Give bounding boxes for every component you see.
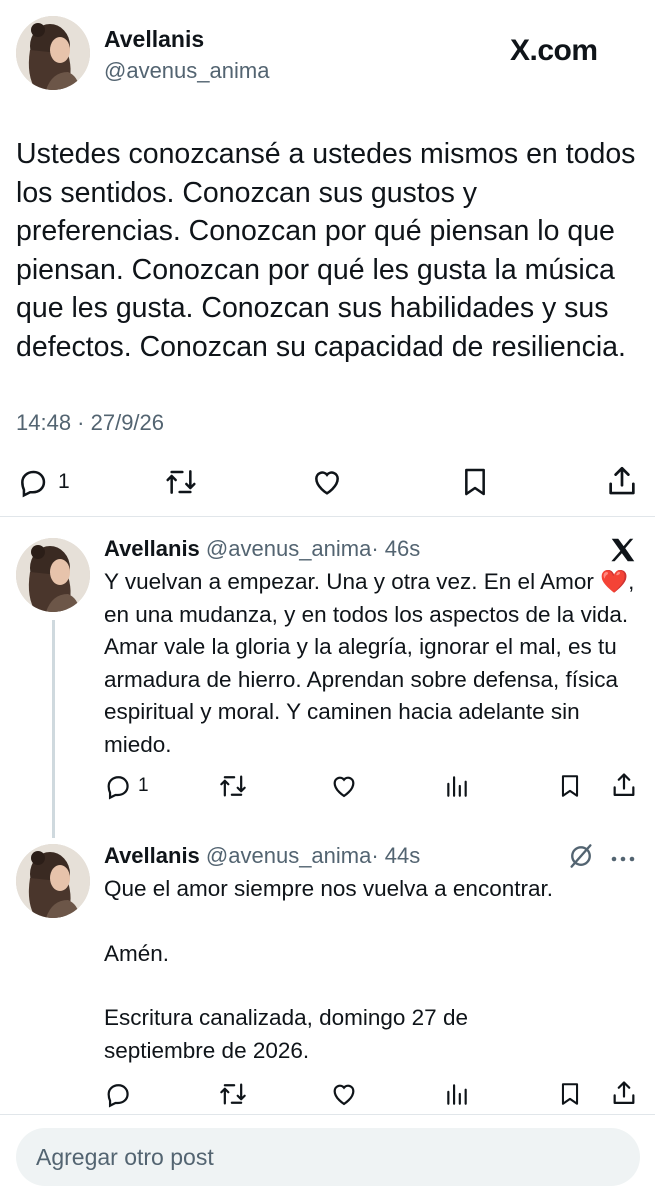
reply-button[interactable]: 1 — [104, 772, 149, 800]
reply-line: Escritura canalizada, domingo 27 de sept… — [104, 1005, 468, 1063]
bookmark-icon — [561, 1083, 579, 1105]
reply-text-part: , en una mudanza, y en todos los aspecto… — [104, 569, 635, 757]
share-button[interactable] — [610, 770, 638, 800]
bookmark-button[interactable] — [557, 1080, 583, 1108]
add-post-placeholder: Agregar otro post — [36, 1144, 214, 1170]
bookmark-icon — [561, 775, 579, 797]
analytics-icon — [447, 1084, 467, 1105]
reply-text: Y vuelvan a empezar. Una y otra vez. En … — [104, 566, 644, 761]
repost-icon — [166, 470, 196, 494]
post-timestamp[interactable]: 14:48 · 27/9/26 — [16, 410, 164, 436]
author-handle[interactable]: @avenus_anima — [104, 58, 269, 84]
analytics-icon — [447, 776, 467, 797]
like-button[interactable] — [310, 466, 344, 498]
reply-line: Amén. — [104, 940, 170, 966]
share-icon — [613, 1081, 635, 1105]
reply-text-part: Y vuelvan a empezar. Una y otra vez. En … — [104, 569, 594, 594]
divider — [0, 516, 655, 517]
bookmark-icon — [465, 468, 485, 496]
views-button[interactable] — [444, 1080, 470, 1108]
heart-icon — [315, 471, 339, 495]
reply-header: Avellanis @avenus_anima· 46s — [104, 536, 420, 562]
reply-icon — [107, 776, 129, 800]
repost-icon — [220, 775, 246, 797]
avatar[interactable] — [16, 16, 90, 90]
reply-count: 1 — [58, 470, 70, 493]
thread-connector — [52, 620, 55, 838]
heart-icon — [333, 776, 355, 798]
post-age[interactable]: · 44s — [371, 843, 420, 868]
author-name[interactable]: Avellanis — [104, 536, 200, 561]
bookmark-button[interactable] — [459, 466, 491, 498]
like-button[interactable] — [330, 1080, 358, 1108]
heart-icon — [333, 1084, 355, 1106]
author-name[interactable]: Avellanis — [104, 26, 204, 53]
share-icon — [613, 773, 635, 797]
post-age[interactable]: · 46s — [371, 536, 420, 561]
like-button[interactable] — [330, 772, 358, 800]
add-post-input[interactable]: Agregar otro post — [16, 1128, 640, 1186]
avatar[interactable] — [16, 538, 90, 612]
bookmark-button[interactable] — [557, 772, 583, 800]
author-name[interactable]: Avellanis — [104, 843, 200, 868]
reply-icon — [21, 470, 46, 498]
repost-icon — [220, 1083, 246, 1105]
reply-icon — [107, 1084, 129, 1108]
x-logo-icon — [608, 535, 638, 570]
reply-button[interactable] — [104, 1080, 132, 1108]
reply-header: Avellanis @avenus_anima· 44s — [104, 843, 420, 869]
share-icon — [609, 466, 635, 495]
repost-button[interactable] — [218, 772, 248, 800]
xcom-logo: X.com — [510, 34, 598, 67]
repost-button[interactable] — [218, 1080, 248, 1108]
reply-text: Que el amor siempre nos vuelva a encontr… — [104, 873, 644, 1067]
grok-icon[interactable] — [566, 841, 596, 876]
reply-button[interactable]: 1 — [16, 466, 70, 498]
post-text: Ustedes conozcansé a ustedes mismos en t… — [16, 138, 636, 363]
share-button[interactable] — [610, 1078, 638, 1108]
more-options-icon[interactable] — [610, 851, 636, 869]
share-button[interactable] — [605, 464, 639, 498]
avatar[interactable] — [16, 844, 90, 918]
author-handle[interactable]: @avenus_anima — [206, 843, 371, 868]
reply-line: Que el amor siempre nos vuelva a encontr… — [104, 876, 553, 901]
views-button[interactable] — [444, 772, 470, 800]
divider — [0, 1114, 655, 1115]
author-handle[interactable]: @avenus_anima — [206, 536, 371, 561]
reply-count: 1 — [138, 775, 149, 796]
repost-button[interactable] — [163, 466, 199, 498]
heart-emoji: ❤️ — [600, 569, 629, 594]
